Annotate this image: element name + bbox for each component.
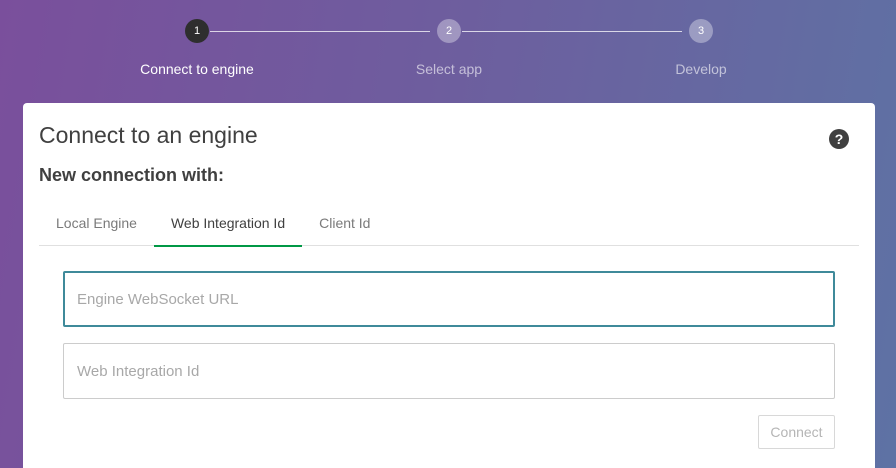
tab-client-id[interactable]: Client Id: [302, 203, 387, 246]
web-integration-id-input[interactable]: [63, 343, 835, 399]
connection-subtitle: New connection with:: [39, 165, 225, 185]
tab-local-engine[interactable]: Local Engine: [39, 203, 154, 246]
help-icon[interactable]: ?: [829, 129, 849, 149]
websocket-url-input[interactable]: [63, 271, 835, 327]
page-title: Connect to an engine: [39, 122, 258, 148]
connect-card: Connect to an engine ? New connection wi…: [23, 103, 875, 468]
step-connector-2: [462, 31, 682, 32]
step-3-label: Develop: [675, 61, 727, 77]
step-1-label: Connect to engine: [140, 61, 254, 77]
step-3-indicator: 3: [689, 19, 713, 43]
stepper: 1 2 3 Connect to engine Select app Devel…: [0, 0, 896, 100]
step-connector-1: [210, 31, 430, 32]
step-2-indicator: 2: [437, 19, 461, 43]
connection-tabs: Local Engine Web Integration Id Client I…: [39, 203, 859, 247]
step-1-indicator: 1: [185, 19, 209, 43]
step-2-label: Select app: [415, 61, 483, 77]
tab-web-integration-id[interactable]: Web Integration Id: [153, 203, 303, 247]
connect-button[interactable]: Connect: [758, 415, 835, 449]
